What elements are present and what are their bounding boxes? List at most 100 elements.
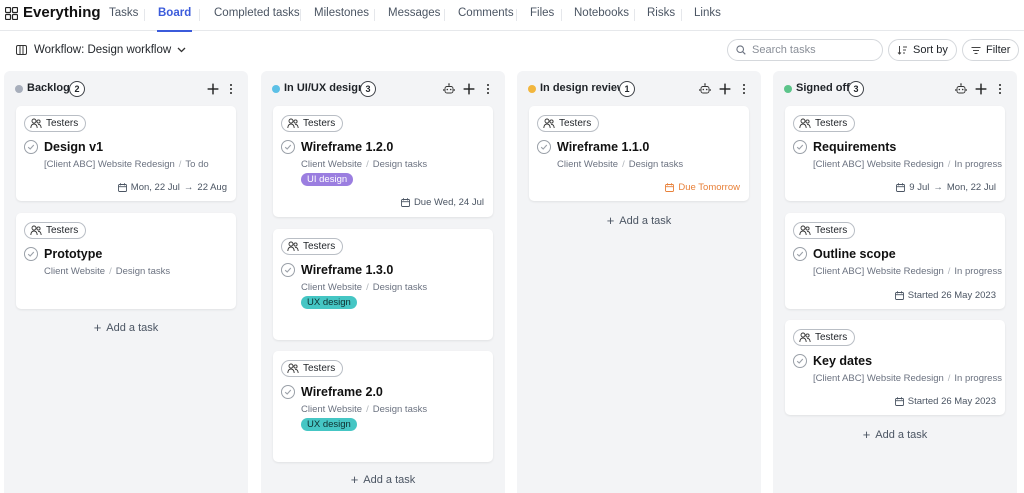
plus-icon: +	[93, 320, 102, 335]
tag-chip[interactable]: Testers	[793, 222, 856, 239]
tab-messages[interactable]: Messages	[388, 7, 440, 31]
task-title[interactable]: Prototype	[44, 247, 102, 261]
complete-checkbox[interactable]	[24, 140, 38, 154]
workflow-selector[interactable]: Workflow: Design workflow	[16, 43, 193, 57]
sort-button[interactable]: Sort by	[888, 39, 957, 61]
task-card[interactable]: Testers Requirements [Client ABC] Websit…	[785, 106, 1005, 201]
complete-checkbox[interactable]	[793, 247, 807, 261]
project-name[interactable]: [Client ABC] Website Redesign	[813, 266, 944, 277]
task-title[interactable]: Outline scope	[813, 247, 896, 261]
tag-label: Testers	[303, 118, 336, 129]
complete-checkbox[interactable]	[24, 247, 38, 261]
tab-risks[interactable]: Risks	[647, 7, 675, 31]
plus-icon: +	[606, 213, 615, 228]
column-backlog: Backlog 2 Testers Design v1 [Client ABC]…	[4, 71, 248, 493]
task-due-date: Due Tomorrow	[665, 182, 740, 193]
arrow-right-icon: →	[933, 182, 943, 193]
project-name[interactable]: Client Website	[301, 159, 362, 170]
add-icon[interactable]	[207, 83, 219, 95]
task-card[interactable]: Testers Key dates [Client ABC] Website R…	[785, 320, 1005, 415]
add-task-button[interactable]: + Add a task	[517, 212, 761, 228]
calendar-icon	[895, 291, 904, 300]
add-icon[interactable]	[975, 83, 987, 95]
add-task-button[interactable]: + Add a task	[4, 319, 248, 335]
project-name[interactable]: Client Website	[44, 266, 105, 277]
project-name[interactable]: [Client ABC] Website Redesign	[813, 373, 944, 384]
tab-links[interactable]: Links	[694, 7, 721, 31]
tab-completed-tasks[interactable]: Completed tasks	[214, 7, 300, 31]
add-task-button[interactable]: + Add a task	[261, 471, 505, 487]
task-title[interactable]: Wireframe 1.2.0	[301, 140, 393, 154]
add-icon[interactable]	[463, 83, 475, 95]
more-options-icon[interactable]	[741, 83, 747, 95]
tab-comments[interactable]: Comments	[458, 7, 514, 31]
people-icon	[799, 118, 811, 129]
project-name[interactable]: Client Website	[301, 282, 362, 293]
column-header: Backlog 2	[4, 71, 248, 105]
search-box[interactable]	[727, 39, 883, 61]
search-input[interactable]	[752, 44, 872, 56]
more-options-icon[interactable]	[485, 83, 491, 95]
task-card[interactable]: Testers Design v1 [Client ABC] Website R…	[16, 106, 236, 201]
more-options-icon[interactable]	[997, 83, 1003, 95]
complete-checkbox[interactable]	[281, 140, 295, 154]
check-icon	[284, 266, 292, 274]
project-name[interactable]: [Client ABC] Website Redesign	[813, 159, 944, 170]
complete-checkbox[interactable]	[793, 140, 807, 154]
tag-chip[interactable]: Testers	[281, 238, 344, 255]
task-title[interactable]: Design v1	[44, 140, 103, 154]
task-title[interactable]: Wireframe 1.3.0	[301, 263, 393, 277]
tab-divider	[561, 9, 562, 21]
complete-checkbox[interactable]	[793, 354, 807, 368]
status-dot	[528, 85, 536, 93]
tab-milestones[interactable]: Milestones	[314, 7, 369, 31]
check-icon	[27, 250, 35, 258]
complete-checkbox[interactable]	[281, 263, 295, 277]
filter-icon	[971, 46, 981, 54]
automation-robot-icon[interactable]	[955, 83, 967, 95]
complete-checkbox[interactable]	[281, 385, 295, 399]
complete-checkbox[interactable]	[537, 140, 551, 154]
tag-chip[interactable]: Testers	[24, 115, 87, 132]
add-icon[interactable]	[719, 83, 731, 95]
column-count-badge: 1	[619, 81, 635, 97]
meta-separator: /	[947, 373, 951, 384]
more-options-icon[interactable]	[228, 83, 234, 95]
label-chip-ui-design[interactable]: UI design	[301, 173, 354, 186]
add-task-button[interactable]: + Add a task	[773, 426, 1017, 442]
project-name[interactable]: Client Website	[301, 404, 362, 415]
task-title[interactable]: Key dates	[813, 354, 872, 368]
tab-tasks[interactable]: Tasks	[109, 7, 138, 31]
task-card[interactable]: Testers Wireframe 1.2.0 Client Website / D…	[273, 106, 493, 217]
task-card[interactable]: Testers Wireframe 1.3.0 Client Website / D…	[273, 229, 493, 340]
tab-notebooks[interactable]: Notebooks	[574, 7, 629, 31]
project-name[interactable]: [Client ABC] Website Redesign	[44, 159, 175, 170]
automation-robot-icon[interactable]	[443, 83, 455, 95]
task-title[interactable]: Requirements	[813, 140, 896, 154]
tag-chip[interactable]: Testers	[793, 115, 856, 132]
calendar-icon	[895, 397, 904, 406]
project-name[interactable]: Client Website	[557, 159, 618, 170]
grid-icon[interactable]	[5, 7, 18, 20]
tab-files[interactable]: Files	[530, 7, 554, 31]
meta-separator: /	[366, 282, 369, 293]
tag-chip[interactable]: Testers	[281, 360, 344, 377]
tag-chip[interactable]: Testers	[537, 115, 600, 132]
task-card[interactable]: Testers Wireframe 1.1.0 Client Website / D…	[529, 106, 749, 201]
tab-board[interactable]: Board	[156, 7, 193, 32]
label-chip-ux-design[interactable]: UX design	[301, 296, 357, 309]
task-title[interactable]: Wireframe 1.1.0	[557, 140, 649, 154]
task-card[interactable]: Testers Prototype Client Website / Design …	[16, 213, 236, 309]
tag-chip[interactable]: Testers	[793, 329, 856, 346]
tag-chip[interactable]: Testers	[281, 115, 344, 132]
task-title[interactable]: Wireframe 2.0	[301, 385, 383, 399]
automation-robot-icon[interactable]	[699, 83, 711, 95]
filter-button[interactable]: Filter	[962, 39, 1020, 61]
column-header: In UI/UX design 3	[261, 71, 505, 105]
column-title: In UI/UX design	[284, 82, 365, 94]
tag-chip[interactable]: Testers	[24, 222, 87, 239]
people-icon	[30, 118, 42, 129]
task-card[interactable]: Testers Outline scope [Client ABC] Websi…	[785, 213, 1005, 309]
task-card[interactable]: Testers Wireframe 2.0 Client Website / Des…	[273, 351, 493, 462]
label-chip-ux-design[interactable]: UX design	[301, 418, 357, 431]
